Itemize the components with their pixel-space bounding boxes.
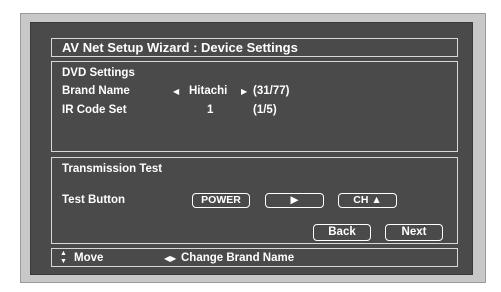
- page-title: AV Net Setup Wizard : Device Settings: [62, 40, 298, 55]
- ir-code-set-index: (1/5): [253, 104, 277, 116]
- play-button[interactable]: ▶: [265, 193, 324, 208]
- back-button[interactable]: Back: [313, 224, 371, 241]
- left-right-arrow-icon: ◀▶: [164, 254, 177, 263]
- next-button[interactable]: Next: [385, 224, 443, 241]
- brand-index: (31/77): [253, 85, 290, 97]
- move-hint: Move: [74, 252, 104, 264]
- transmission-test-panel: Transmission Test Test Button POWER ▶ CH…: [51, 157, 458, 244]
- channel-up-button[interactable]: CH ▲: [338, 193, 397, 208]
- power-button[interactable]: POWER: [192, 193, 250, 208]
- brand-left-arrow-icon[interactable]: ◀: [173, 85, 179, 99]
- tv-screen: AV Net Setup Wizard : Device Settings DV…: [0, 0, 501, 292]
- change-brand-hint: Change Brand Name: [181, 252, 295, 264]
- ir-code-set-value[interactable]: 1: [207, 103, 213, 117]
- brand-name-label: Brand Name: [62, 85, 130, 97]
- test-button-label: Test Button: [62, 194, 126, 206]
- dvd-settings-heading: DVD Settings: [62, 67, 135, 79]
- title-bar: AV Net Setup Wizard : Device Settings: [51, 38, 458, 57]
- transmission-test-heading: Transmission Test: [62, 163, 163, 175]
- brand-right-arrow-icon[interactable]: ▶: [241, 85, 247, 99]
- help-bar: ▲▼ Move ◀▶ Change Brand Name: [51, 248, 458, 267]
- ir-code-set-label: IR Code Set: [62, 104, 127, 116]
- dvd-settings-panel: DVD Settings Brand Name ◀ Hitachi ▶ (31/…: [51, 61, 458, 152]
- brand-name-value[interactable]: Hitachi: [189, 84, 227, 98]
- up-down-arrow-icon: ▲▼: [60, 250, 67, 265]
